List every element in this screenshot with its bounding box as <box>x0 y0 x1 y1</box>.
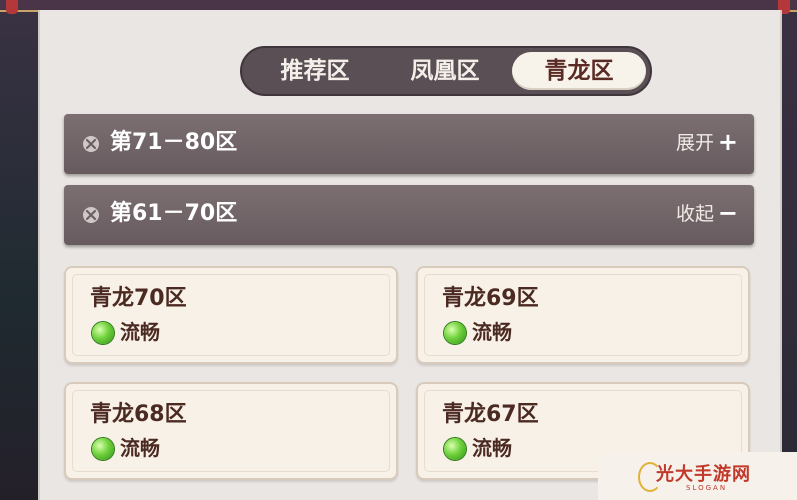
plus-icon: + <box>717 128 738 156</box>
server-status: 流畅 <box>120 436 160 460</box>
status-green-icon <box>92 438 114 460</box>
watermark-slogan: SLOGAN <box>686 484 728 492</box>
group-title: 第71－80区 <box>110 130 238 155</box>
close-icon <box>83 136 99 152</box>
server-name: 青龙68区 <box>90 402 187 427</box>
minus-icon: − <box>717 199 738 227</box>
server-select-panel: 推荐区 凤凰区 青龙区 第71－80区 展开 + 第61－70区 收起 − 青龙… <box>38 10 782 500</box>
status-green-icon <box>92 322 114 344</box>
server-card[interactable]: 青龙69区 流畅 <box>416 266 750 364</box>
status-green-icon <box>444 322 466 344</box>
collapse-label: 收起 <box>675 203 714 225</box>
server-card[interactable]: 青龙70区 流畅 <box>64 266 398 364</box>
server-status: 流畅 <box>472 320 512 344</box>
server-name: 青龙69区 <box>442 286 539 311</box>
site-watermark: 光大手游网 SLOGAN <box>598 452 797 500</box>
group-title: 第61－70区 <box>110 201 238 226</box>
tassel-left-icon <box>6 0 18 14</box>
group-row-71-80[interactable]: 第71－80区 展开 + <box>64 114 754 174</box>
server-tab-bar: 推荐区 凤凰区 青龙区 <box>240 46 652 96</box>
expand-label: 展开 <box>675 132 714 154</box>
tab-phoenix[interactable]: 凤凰区 <box>378 52 512 90</box>
server-name: 青龙67区 <box>442 402 539 427</box>
watermark-text: 光大手游网 <box>656 464 751 485</box>
close-icon <box>83 207 99 223</box>
group-row-61-70[interactable]: 第61－70区 收起 − <box>64 185 754 245</box>
status-green-icon <box>444 438 466 460</box>
server-status: 流畅 <box>120 320 160 344</box>
background-left <box>0 0 40 500</box>
tab-azure-dragon[interactable]: 青龙区 <box>512 52 646 90</box>
server-status: 流畅 <box>472 436 512 460</box>
server-name: 青龙70区 <box>90 286 187 311</box>
server-card[interactable]: 青龙68区 流畅 <box>64 382 398 480</box>
tab-recommended[interactable]: 推荐区 <box>248 52 382 90</box>
